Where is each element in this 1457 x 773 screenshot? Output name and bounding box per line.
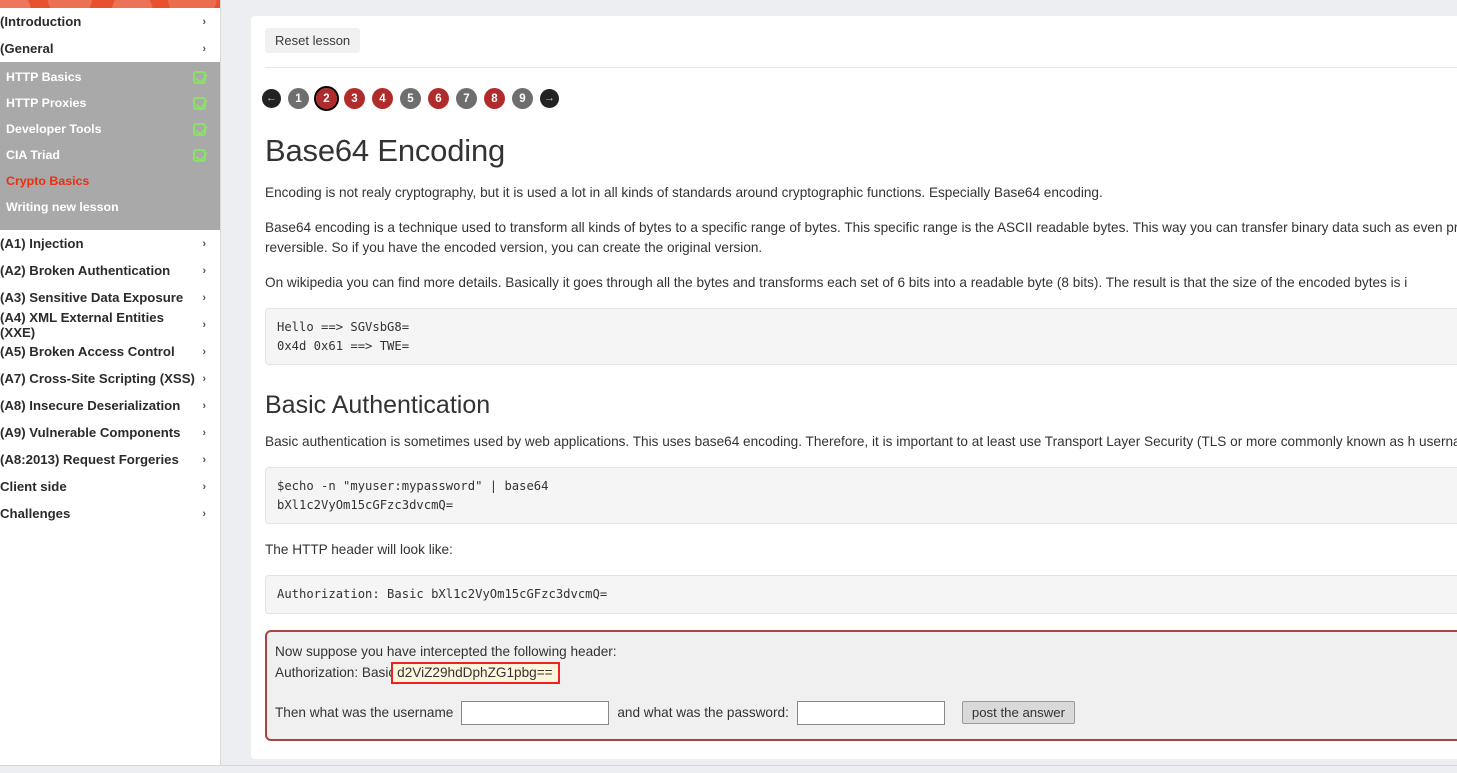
sidebar-item-http-basics[interactable]: HTTP Basics bbox=[0, 64, 220, 90]
sidebar-item-label: Client side bbox=[0, 479, 67, 494]
sidebar-item-a1-injection[interactable]: (A1) Injection › bbox=[0, 230, 220, 257]
sidebar-group-general[interactable]: (General › bbox=[0, 35, 220, 62]
assignment-header-prefix: Authorization: Basic bbox=[275, 664, 396, 680]
pagination-page-5[interactable]: 5 bbox=[400, 88, 421, 109]
sidebar-item-a7-cross-site-scripting[interactable]: (A7) Cross-Site Scripting (XSS) › bbox=[0, 365, 220, 392]
pagination-page-8[interactable]: 8 bbox=[484, 88, 505, 109]
sidebar-general-sublist: HTTP Basics HTTP Proxies Developer Tools… bbox=[0, 62, 220, 230]
sidebar-item-label: (A1) Injection bbox=[0, 236, 84, 251]
sidebar-item-label: Crypto Basics bbox=[6, 174, 90, 188]
sidebar-group-label: (Introduction bbox=[0, 14, 82, 29]
check-icon bbox=[193, 122, 206, 136]
chevron-right-icon: › bbox=[202, 399, 206, 412]
sidebar-item-label: Writing new lesson bbox=[6, 200, 119, 214]
lesson-main: Reset lesson ← 1 2 3 4 5 6 7 8 9 → Base6… bbox=[221, 0, 1457, 773]
sidebar-item-label: Challenges bbox=[0, 506, 71, 521]
chevron-right-icon: › bbox=[202, 372, 206, 385]
chevron-right-icon: › bbox=[202, 42, 206, 55]
lesson-content: Base64 Encoding Encoding is not realy cr… bbox=[251, 133, 1457, 741]
sidebar-item-a8-insecure-deserialization[interactable]: (A8) Insecure Deserialization › bbox=[0, 392, 220, 419]
password-label: and what was the password: bbox=[617, 705, 789, 720]
pagination-page-9[interactable]: 9 bbox=[512, 88, 533, 109]
sidebar-item-a8-2013-request-forgeries[interactable]: (A8:2013) Request Forgeries › bbox=[0, 446, 220, 473]
pagination-next-button[interactable]: → bbox=[540, 89, 559, 108]
sidebar-item-a9-vulnerable-components[interactable]: (A9) Vulnerable Components › bbox=[0, 419, 220, 446]
assignment-header-row: Authorization: Basic d2ViZ29hdDphZG1pbg=… bbox=[275, 661, 1457, 684]
sidebar-item-crypto-basics[interactable]: Crypto Basics bbox=[0, 168, 220, 194]
password-input[interactable] bbox=[796, 700, 945, 725]
sidebar-item-label: (A2) Broken Authentication bbox=[0, 263, 171, 278]
lesson-pagination: ← 1 2 3 4 5 6 7 8 9 → bbox=[251, 68, 1457, 111]
sidebar-item-label: (A8) Insecure Deserialization bbox=[0, 398, 181, 413]
sidebar-item-label: (A4) XML External Entities (XXE) bbox=[0, 309, 164, 340]
pagination-page-4[interactable]: 4 bbox=[372, 88, 393, 109]
sidebar-item-a2-broken-authentication[interactable]: (A2) Broken Authentication › bbox=[0, 257, 220, 284]
webgoat-app: (Introduction › (General › HTTP Basics H… bbox=[0, 0, 1457, 773]
username-input[interactable] bbox=[461, 700, 610, 725]
code-block-echo-base64: $echo -n "myuser:mypassword" | base64 bX… bbox=[265, 467, 1457, 524]
lesson-toolbar: Reset lesson bbox=[251, 16, 1457, 53]
pagination-page-3[interactable]: 3 bbox=[344, 88, 365, 109]
check-icon bbox=[193, 96, 206, 110]
reset-lesson-button[interactable]: Reset lesson bbox=[265, 28, 361, 53]
section-title-basic-authentication: Basic Authentication bbox=[265, 391, 491, 419]
pagination-page-2[interactable]: 2 bbox=[314, 86, 339, 111]
pagination-page-6[interactable]: 6 bbox=[428, 88, 449, 109]
main-top-gap bbox=[221, 0, 1457, 8]
sidebar-item-client-side[interactable]: Client side › bbox=[0, 473, 220, 500]
sidebar-item-label: HTTP Basics bbox=[6, 70, 82, 84]
lesson-paragraph-2: Base64 encoding is a technique used to t… bbox=[265, 220, 1457, 255]
chevron-right-icon: › bbox=[202, 318, 206, 331]
pagination-prev-button[interactable]: ← bbox=[262, 89, 281, 108]
chevron-right-icon: › bbox=[202, 480, 206, 493]
sidebar-group-label: (General bbox=[0, 41, 54, 56]
sidebar-item-label: CIA Triad bbox=[6, 148, 60, 162]
username-label: Then what was the username bbox=[275, 705, 454, 720]
sidebar-item-a5-broken-access-control[interactable]: (A5) Broken Access Control › bbox=[0, 338, 220, 365]
sidebar-item-http-proxies[interactable]: HTTP Proxies bbox=[0, 90, 220, 116]
sidebar-item-writing-new-lesson[interactable]: Writing new lesson bbox=[0, 194, 220, 220]
pagination-page-1[interactable]: 1 bbox=[288, 88, 309, 109]
code-block-authorization-header: Authorization: Basic bXl1c2VyOm15cGFzc3d… bbox=[265, 575, 1457, 614]
chevron-right-icon: › bbox=[202, 291, 206, 304]
lesson-sidebar: (Introduction › (General › HTTP Basics H… bbox=[0, 0, 221, 765]
brand-banner bbox=[0, 0, 220, 8]
pagination-page-7[interactable]: 7 bbox=[456, 88, 477, 109]
chevron-right-icon: › bbox=[202, 264, 206, 277]
sidebar-item-label: (A8:2013) Request Forgeries bbox=[0, 452, 179, 467]
sidebar-item-challenges[interactable]: Challenges › bbox=[0, 500, 220, 527]
chevron-right-icon: › bbox=[202, 426, 206, 439]
sidebar-item-a3-sensitive-data-exposure[interactable]: (A3) Sensitive Data Exposure › bbox=[0, 284, 220, 311]
chevron-right-icon: › bbox=[202, 507, 206, 520]
sidebar-item-label: (A7) Cross-Site Scripting (XSS) bbox=[0, 371, 195, 386]
sidebar-item-label: HTTP Proxies bbox=[6, 96, 87, 110]
sidebar-item-label: (A9) Vulnerable Components bbox=[0, 425, 181, 440]
lesson-card: Reset lesson ← 1 2 3 4 5 6 7 8 9 → Base6… bbox=[251, 16, 1457, 759]
lesson-paragraph-1: Encoding is not realy cryptography, but … bbox=[265, 185, 1103, 200]
assignment-box: Now suppose you have intercepted the fol… bbox=[265, 629, 1457, 741]
sidebar-item-label: Developer Tools bbox=[6, 122, 102, 136]
sidebar-item-developer-tools[interactable]: Developer Tools bbox=[0, 116, 220, 142]
assignment-form: Then what was the username and what was … bbox=[275, 700, 1457, 725]
sidebar-item-cia-triad[interactable]: CIA Triad bbox=[0, 142, 220, 168]
chevron-right-icon: › bbox=[202, 345, 206, 358]
lesson-paragraph-4: Basic authentication is sometimes used b… bbox=[265, 434, 1457, 449]
chevron-right-icon: › bbox=[202, 453, 206, 466]
page-title: Base64 Encoding bbox=[265, 133, 506, 168]
sidebar-item-label: (A3) Sensitive Data Exposure bbox=[0, 290, 184, 305]
check-icon bbox=[193, 70, 206, 84]
sidebar-group-introduction[interactable]: (Introduction › bbox=[0, 8, 220, 35]
lesson-paragraph-3: On wikipedia you can find more details. … bbox=[265, 275, 1408, 290]
sidebar-item-label: (A5) Broken Access Control bbox=[0, 344, 175, 359]
sidebar-item-a4-xml-external-entities[interactable]: (A4) XML External Entities (XXE) › bbox=[0, 309, 220, 340]
chevron-right-icon: › bbox=[202, 237, 206, 250]
lesson-paragraph-5: The HTTP header will look like: bbox=[265, 542, 453, 557]
assignment-intro: Now suppose you have intercepted the fol… bbox=[275, 643, 617, 659]
code-block-base64-examples: Hello ==> SGVsbG8= 0x4d 0x61 ==> TWE= bbox=[265, 308, 1457, 365]
check-icon bbox=[193, 148, 206, 162]
post-answer-button[interactable]: post the answer bbox=[961, 701, 1075, 724]
bottom-strip bbox=[0, 765, 1457, 773]
chevron-right-icon: › bbox=[202, 15, 206, 28]
assignment-header-base64: d2ViZ29hdDphZG1pbg== bbox=[391, 661, 560, 684]
